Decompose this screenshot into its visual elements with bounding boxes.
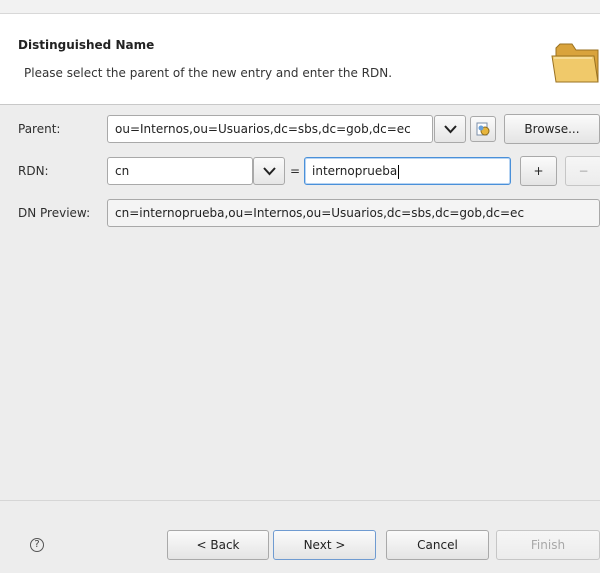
window-top-strip <box>0 0 600 14</box>
rdn-label: RDN: <box>18 164 49 178</box>
dn-preview-label: DN Preview: <box>18 206 91 220</box>
dn-preview-field: cn=internoprueba,ou=Internos,ou=Usuarios… <box>107 199 600 227</box>
rdn-attribute-dropdown-button[interactable] <box>253 157 285 185</box>
chevron-down-icon <box>263 167 276 176</box>
banner-title: Distinguished Name <box>18 38 155 52</box>
folder-icon <box>548 28 600 90</box>
parent-dropdown-button[interactable] <box>434 115 466 143</box>
parent-label: Parent: <box>18 122 61 136</box>
banner-description: Please select the parent of the new entr… <box>24 66 393 80</box>
help-icon[interactable]: ? <box>30 538 44 552</box>
next-button[interactable]: Next > <box>273 530 376 560</box>
add-rdn-button[interactable]: + <box>520 156 557 186</box>
browse-button[interactable]: Browse... <box>504 114 600 144</box>
rdn-attribute-field[interactable]: cn <box>107 157 253 185</box>
back-button[interactable]: < Back <box>167 530 269 560</box>
rdn-value-text: internoprueba <box>312 164 398 178</box>
wizard-banner: Distinguished Name Please select the par… <box>0 14 600 105</box>
entry-lookup-button[interactable] <box>470 116 496 142</box>
chevron-down-icon <box>444 125 457 134</box>
remove-rdn-button[interactable]: − <box>565 156 600 186</box>
cancel-button[interactable]: Cancel <box>386 530 489 560</box>
form-area: Parent: ou=Internos,ou=Usuarios,dc=sbs,d… <box>0 105 600 500</box>
equals-sign: = <box>290 164 301 178</box>
wizard-footer: ? < Back Next > Cancel Finish <box>0 500 600 573</box>
text-caret <box>398 164 400 179</box>
ldap-entry-icon <box>476 122 490 136</box>
finish-button[interactable]: Finish <box>496 530 600 560</box>
parent-combo-field[interactable]: ou=Internos,ou=Usuarios,dc=sbs,dc=gob,dc… <box>107 115 433 143</box>
rdn-value-field[interactable]: internoprueba <box>304 157 511 185</box>
